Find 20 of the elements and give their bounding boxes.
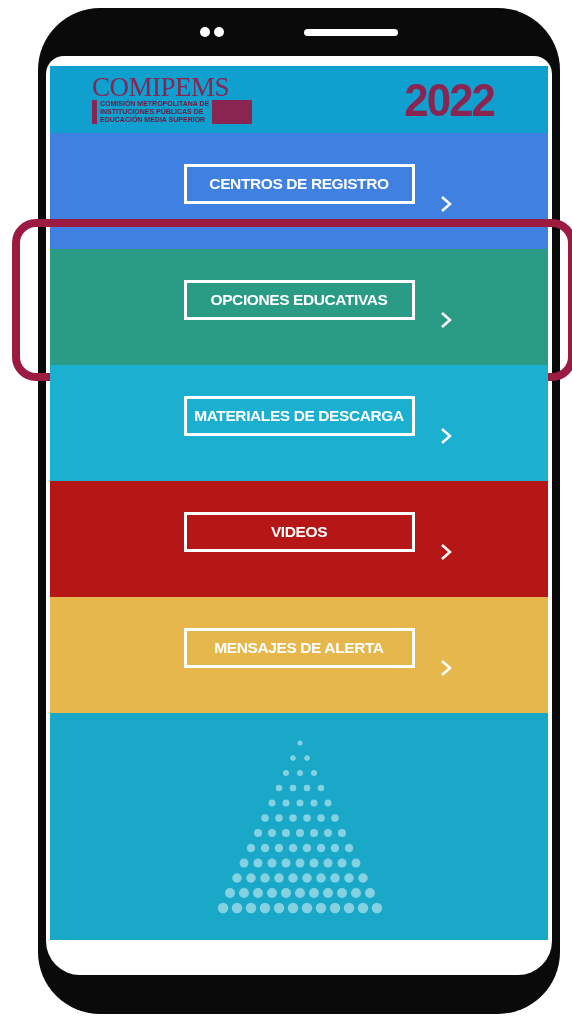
chevron-right-icon: [440, 195, 452, 213]
menu-button[interactable]: MENSAJES DE ALERTA: [183, 628, 415, 668]
chevron-right-icon: [440, 427, 452, 445]
menu-button[interactable]: MATERIALES DE DESCARGA: [183, 396, 415, 436]
menu-tile[interactable]: MENSAJES DE ALERTA: [50, 597, 548, 713]
chevron-right-icon: [440, 659, 452, 677]
chevron-right-icon: [440, 311, 452, 329]
camera-icon: [200, 27, 224, 37]
menu-tile[interactable]: MATERIALES DE DESCARGA: [50, 365, 548, 481]
menu-button[interactable]: VIDEOS: [183, 512, 415, 552]
chevron-right-icon: [440, 543, 452, 561]
menu-tile[interactable]: OPCIONES EDUCATIVAS: [50, 249, 548, 365]
menu-tile[interactable]: VIDEOS: [50, 481, 548, 597]
menu-button[interactable]: OPCIONES EDUCATIVAS: [183, 280, 415, 320]
menu-tile[interactable]: CENTROS DE REGISTRO: [50, 133, 548, 249]
logo-bar: [212, 100, 252, 124]
year-label: 2022: [404, 72, 494, 127]
logo-text: COMIPEMS: [92, 75, 231, 100]
logo-stripe: [92, 100, 97, 124]
menu-button[interactable]: CENTROS DE REGISTRO: [183, 164, 415, 204]
